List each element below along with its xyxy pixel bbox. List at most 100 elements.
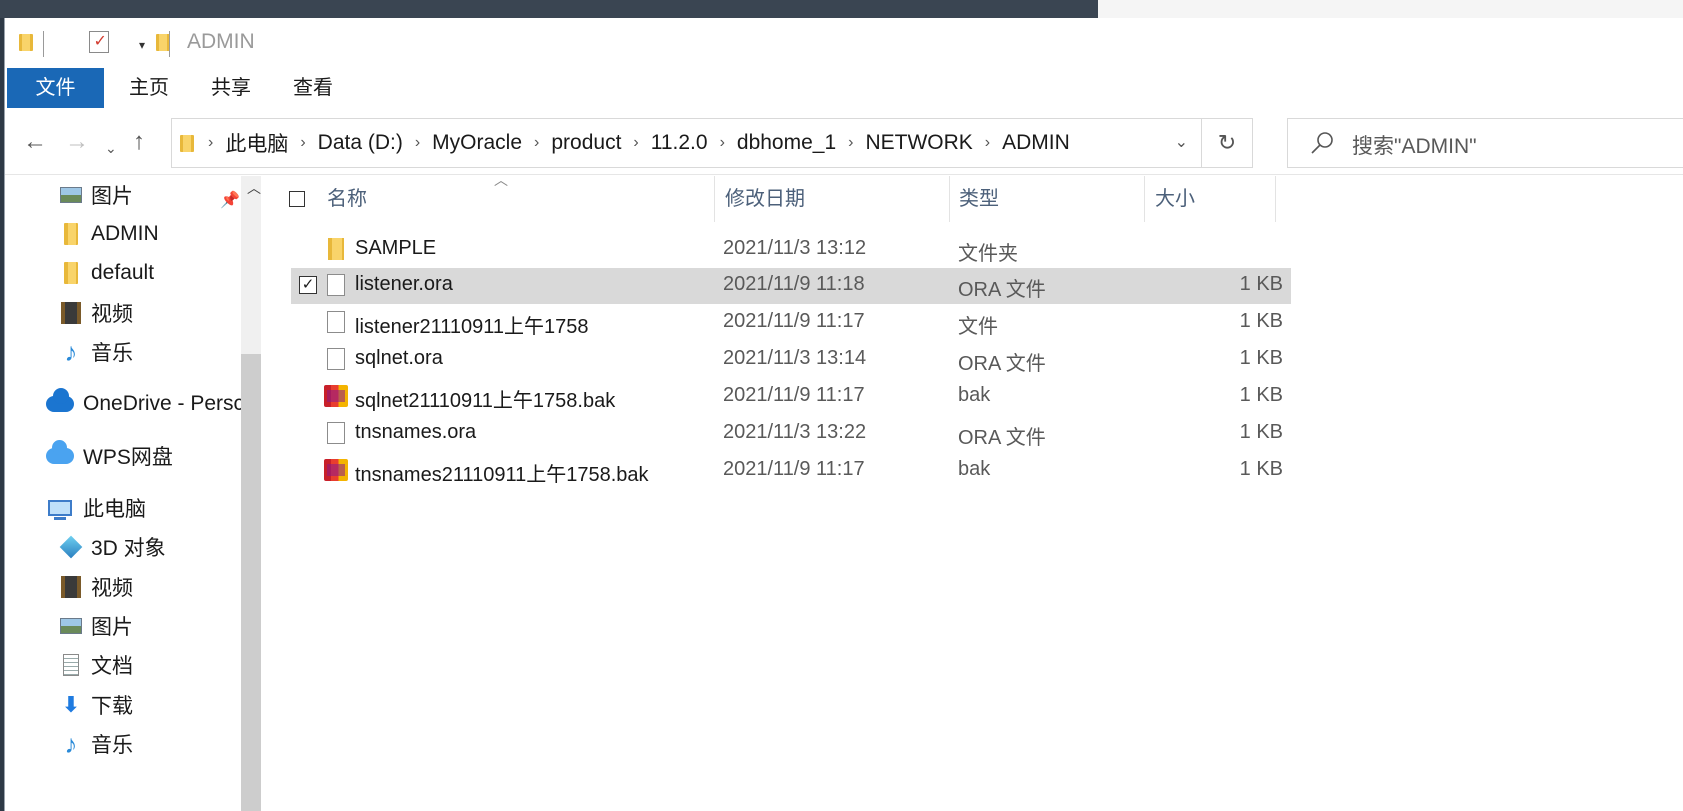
breadcrumb-item[interactable]: Data (D:) [318, 131, 403, 155]
sidebar-item-label: 图片 [91, 616, 133, 639]
address-bar[interactable]: › 此电脑 › Data (D:) › MyOracle › product ›… [171, 118, 1253, 168]
sidebar-item-pictures[interactable]: 图片 [59, 176, 133, 214]
sidebar-item-onedrive[interactable]: OneDrive - Persc [45, 385, 244, 423]
tab-file[interactable]: 文件 [7, 68, 104, 108]
breadcrumb-item[interactable]: NETWORK [865, 131, 972, 155]
folder-icon [178, 133, 196, 153]
table-row[interactable]: sqlnet21110911上午1758.bak 2021/11/9 11:17… [291, 379, 1291, 415]
sidebar-item-label: 此电脑 [83, 498, 146, 521]
column-header-name[interactable]: 名称 [327, 176, 367, 222]
column-header-date-modified[interactable]: 修改日期 [725, 176, 805, 222]
sidebar-item-this-pc[interactable]: 此电脑 [45, 489, 146, 527]
select-all-checkbox[interactable] [289, 191, 305, 207]
sidebar-item-label: 图片 [91, 185, 133, 208]
folder-icon [59, 222, 83, 246]
chevron-right-icon[interactable]: › [633, 134, 638, 152]
file-type: ORA 文件 [958, 353, 1046, 375]
breadcrumb-item[interactable]: 11.2.0 [651, 131, 708, 155]
file-date-modified: 2021/11/9 11:18 [723, 273, 865, 295]
column-header-size[interactable]: 大小 [1155, 176, 1195, 222]
sidebar-item-3d-objects[interactable]: 3D 对象 [59, 528, 166, 566]
breadcrumb: › 此电脑 › Data (D:) › MyOracle › product ›… [172, 119, 1070, 167]
pin-icon[interactable]: 📌 [220, 190, 240, 210]
breadcrumb-item[interactable]: dbhome_1 [737, 131, 836, 155]
file-date-modified: 2021/11/3 13:22 [723, 421, 867, 443]
sidebar-item-admin[interactable]: ADMIN [59, 215, 159, 253]
breadcrumb-item[interactable]: product [551, 131, 621, 155]
tab-view[interactable]: 查看 [273, 68, 353, 108]
window-title: ADMIN [187, 30, 255, 53]
recent-locations-chevron-icon[interactable]: ⌄ [105, 136, 117, 160]
chevron-right-icon[interactable]: › [848, 134, 853, 152]
properties-icon[interactable]: ✓ [89, 31, 110, 53]
table-row[interactable]: sqlnet.ora 2021/11/3 13:14 ORA 文件 1 KB [291, 342, 1291, 378]
breadcrumb-item[interactable]: 此电脑 [225, 128, 288, 158]
sidebar-item-label: 音乐 [91, 734, 133, 757]
sidebar-item-default[interactable]: default [59, 254, 154, 292]
sidebar-item-documents[interactable]: 文档 [59, 646, 133, 684]
sidebar-item-music[interactable]: ♪ 音乐 [59, 725, 134, 763]
folder-icon [59, 261, 83, 285]
chevron-right-icon[interactable]: › [300, 134, 305, 152]
download-icon: ⬇ [61, 692, 81, 717]
file-date-modified: 2021/11/3 13:12 [723, 237, 867, 259]
file-date-modified: 2021/11/3 13:14 [723, 347, 867, 369]
chevron-right-icon[interactable]: › [208, 134, 213, 152]
table-row[interactable]: listener21110911上午1758 2021/11/9 11:17 文… [291, 305, 1291, 341]
scroll-up-chevron-icon[interactable]: ︿ [247, 178, 261, 198]
sidebar-item-pictures[interactable]: 图片 [59, 607, 133, 645]
title-bar: ✓ ▾ ADMIN [5, 18, 1683, 68]
tab-share[interactable]: 共享 [191, 68, 271, 108]
sidebar-item-music[interactable]: ♪ 音乐 [59, 333, 134, 371]
file-explorer-window: ✓ ▾ ADMIN 文件 主页 共享 查看 ← → ⌄ ↑ › 此电脑 › Da… [4, 18, 1683, 811]
navigation-pane: 图片 📌 ADMIN default 视频 ♪ 音乐 OneDrive - Pe… [5, 176, 261, 811]
tab-home[interactable]: 主页 [109, 68, 189, 108]
column-header-type[interactable]: 类型 [959, 176, 999, 222]
up-arrow-icon[interactable]: ↑ [133, 130, 145, 154]
file-name: tnsnames.ora [355, 421, 477, 443]
picture-icon [59, 183, 83, 207]
table-row[interactable]: SAMPLE 2021/11/3 13:12 文件夹 [291, 232, 1291, 268]
sidebar-item-videos[interactable]: 视频 [59, 294, 133, 332]
scrollbar-thumb[interactable] [241, 354, 261, 811]
file-type: ORA 文件 [958, 279, 1046, 301]
column-divider[interactable] [1275, 176, 1276, 222]
breadcrumb-item[interactable]: ADMIN [1002, 131, 1070, 155]
file-name: tnsnames21110911上午1758.bak [355, 464, 649, 486]
navigation-pane-scrollbar[interactable]: ︿ [241, 176, 261, 811]
sort-ascending-chevron-icon: ︿ [494, 172, 508, 188]
chevron-right-icon[interactable]: › [534, 134, 539, 152]
table-row[interactable]: tnsnames.ora 2021/11/3 13:22 ORA 文件 1 KB [291, 416, 1291, 452]
chevron-right-icon[interactable]: › [720, 134, 725, 152]
forward-arrow-icon[interactable]: → [65, 130, 89, 154]
sidebar-item-videos[interactable]: 视频 [59, 568, 133, 606]
chevron-right-icon[interactable]: › [415, 134, 420, 152]
document-icon [59, 653, 83, 677]
chevron-right-icon[interactable]: › [985, 134, 990, 152]
file-size: 1 KB [1239, 384, 1283, 406]
back-arrow-icon[interactable]: ← [23, 130, 47, 154]
file-name: sqlnet.ora [355, 347, 443, 369]
customize-toolbar-chevron-icon[interactable]: ▾ [139, 38, 145, 52]
table-row[interactable]: tnsnames21110911上午1758.bak 2021/11/9 11:… [291, 453, 1291, 489]
music-icon: ♪ [64, 729, 78, 759]
column-divider[interactable] [949, 176, 950, 222]
column-divider[interactable] [714, 176, 715, 222]
3d-objects-icon [59, 535, 83, 559]
sidebar-item-label: 文档 [91, 655, 133, 678]
refresh-icon[interactable]: ↻ [1201, 119, 1252, 167]
folder-icon [17, 32, 35, 52]
address-history-chevron-icon[interactable]: ⌄ [1175, 132, 1188, 152]
file-date-modified: 2021/11/9 11:17 [723, 310, 865, 332]
navigation-bar: ← → ⌄ ↑ › 此电脑 › Data (D:) › MyOracle › p… [5, 114, 1683, 175]
separator [43, 31, 44, 57]
breadcrumb-item[interactable]: MyOracle [432, 131, 522, 155]
sidebar-item-downloads[interactable]: ⬇ 下载 [59, 686, 133, 724]
column-divider[interactable] [1144, 176, 1145, 222]
table-row-selected[interactable]: ✓ listener.ora 2021/11/9 11:18 ORA 文件 1 … [291, 268, 1291, 304]
row-checkbox[interactable]: ✓ [299, 276, 317, 294]
sidebar-item-wps-cloud[interactable]: WPS网盘 [45, 437, 173, 475]
this-pc-icon [45, 496, 75, 520]
search-input[interactable]: 搜索"ADMIN" [1287, 118, 1683, 168]
sidebar-item-label: default [91, 261, 155, 284]
